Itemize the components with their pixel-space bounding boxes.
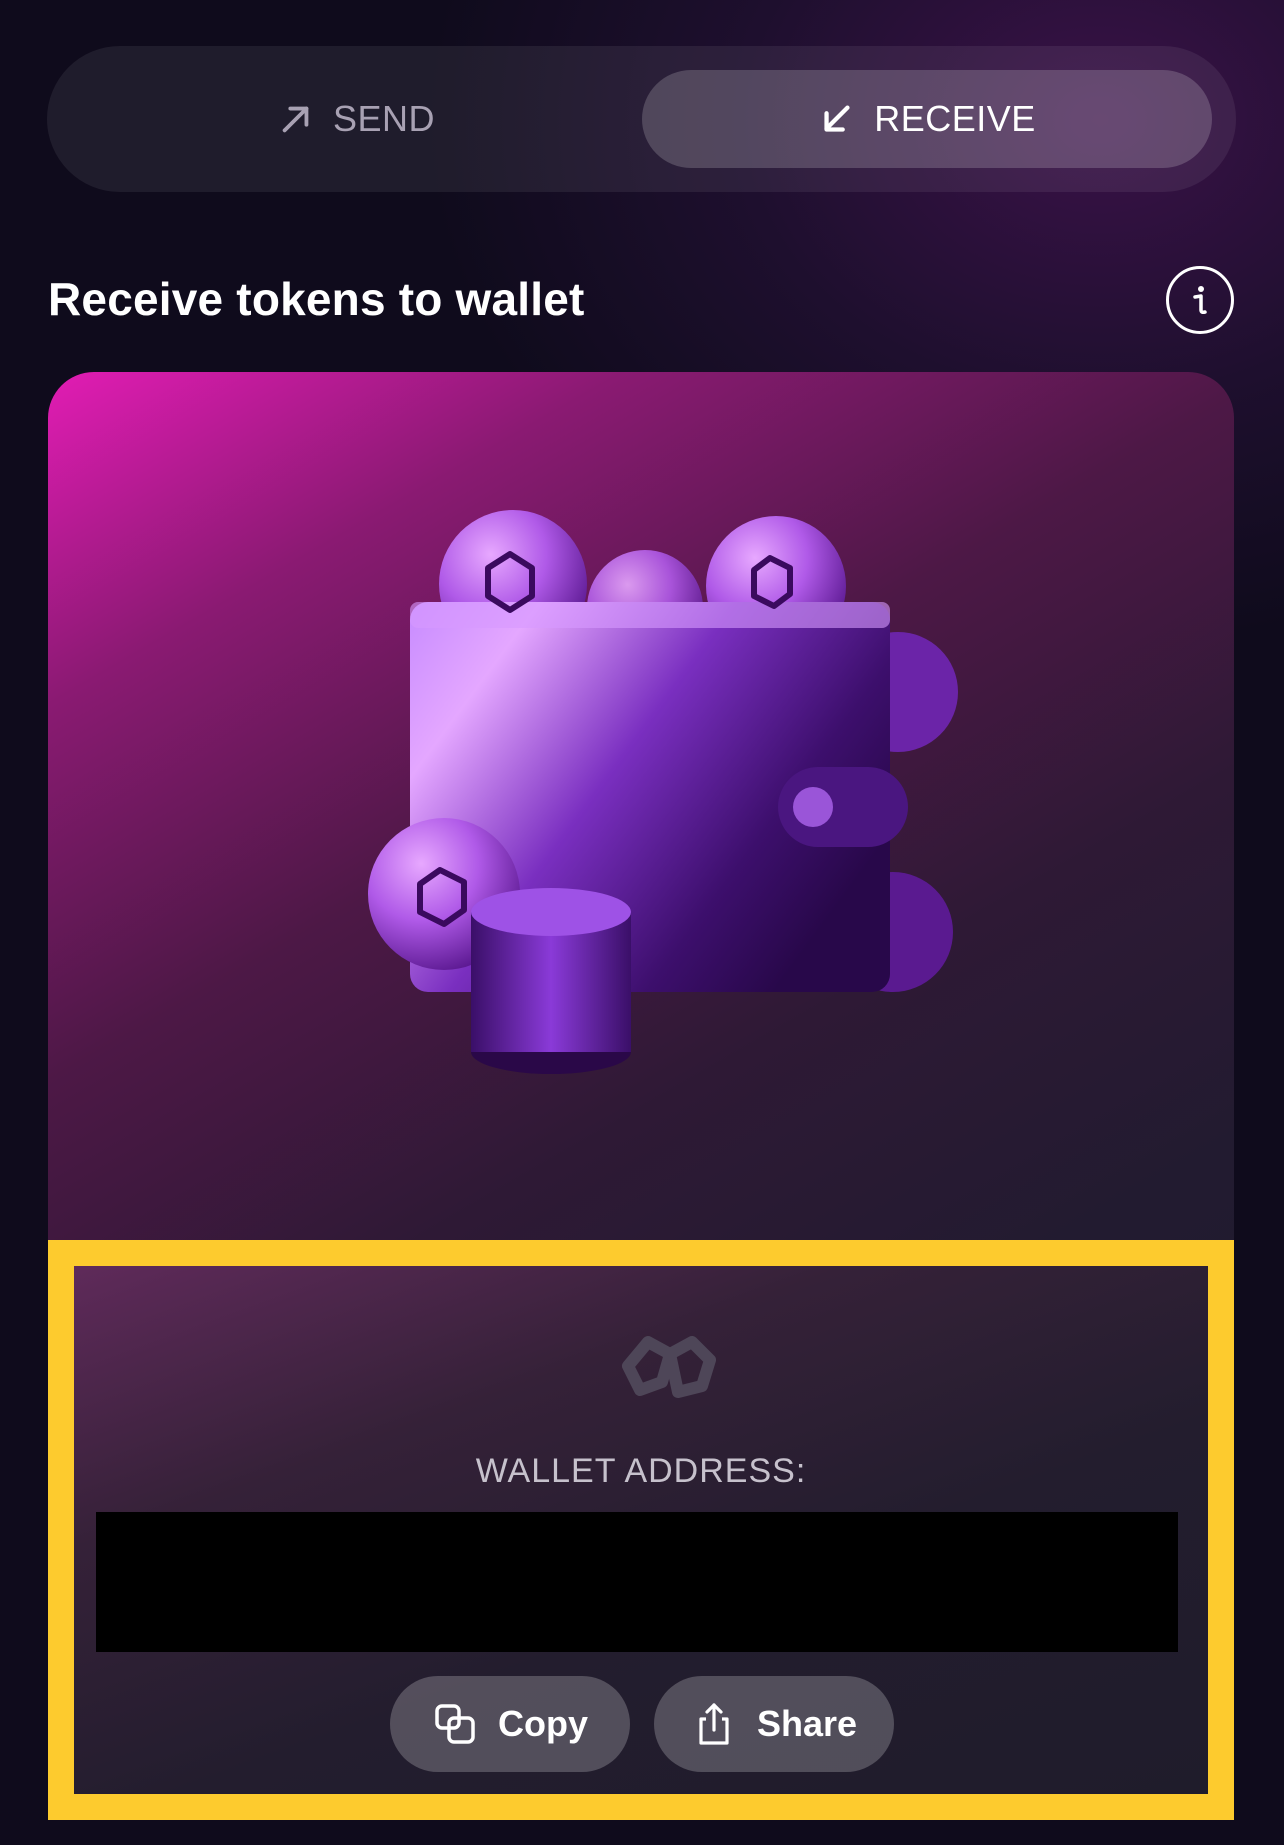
tab-receive-label: RECEIVE — [874, 98, 1036, 139]
share-icon — [699, 1703, 729, 1745]
arrow-down-left-icon — [824, 105, 850, 132]
send-receive-tabs: SEND RECEIVE — [47, 46, 1236, 192]
copy-label: Copy — [498, 1703, 588, 1744]
page-title: Receive tokens to wallet — [48, 273, 585, 325]
tab-receive[interactable]: RECEIVE — [642, 70, 1212, 168]
wallet-address-panel: WALLET ADDRESS: Copy Share — [48, 1240, 1234, 1820]
info-button[interactable] — [1166, 266, 1234, 334]
tab-send-label: SEND — [332, 98, 436, 139]
copy-icon — [435, 1704, 475, 1744]
share-label: Share — [756, 1703, 858, 1744]
wallet-illustration — [368, 510, 958, 1074]
copy-button[interactable]: Copy — [390, 1676, 630, 1772]
tab-send[interactable]: SEND — [71, 70, 641, 168]
arrow-up-right-icon — [282, 106, 309, 133]
share-button[interactable]: Share — [654, 1676, 894, 1772]
info-icon — [1193, 286, 1207, 314]
brand-logo-icon — [622, 1336, 716, 1398]
wallet-address-value[interactable] — [96, 1512, 1178, 1652]
wallet-address-label: WALLET ADDRESS: — [475, 1452, 807, 1490]
